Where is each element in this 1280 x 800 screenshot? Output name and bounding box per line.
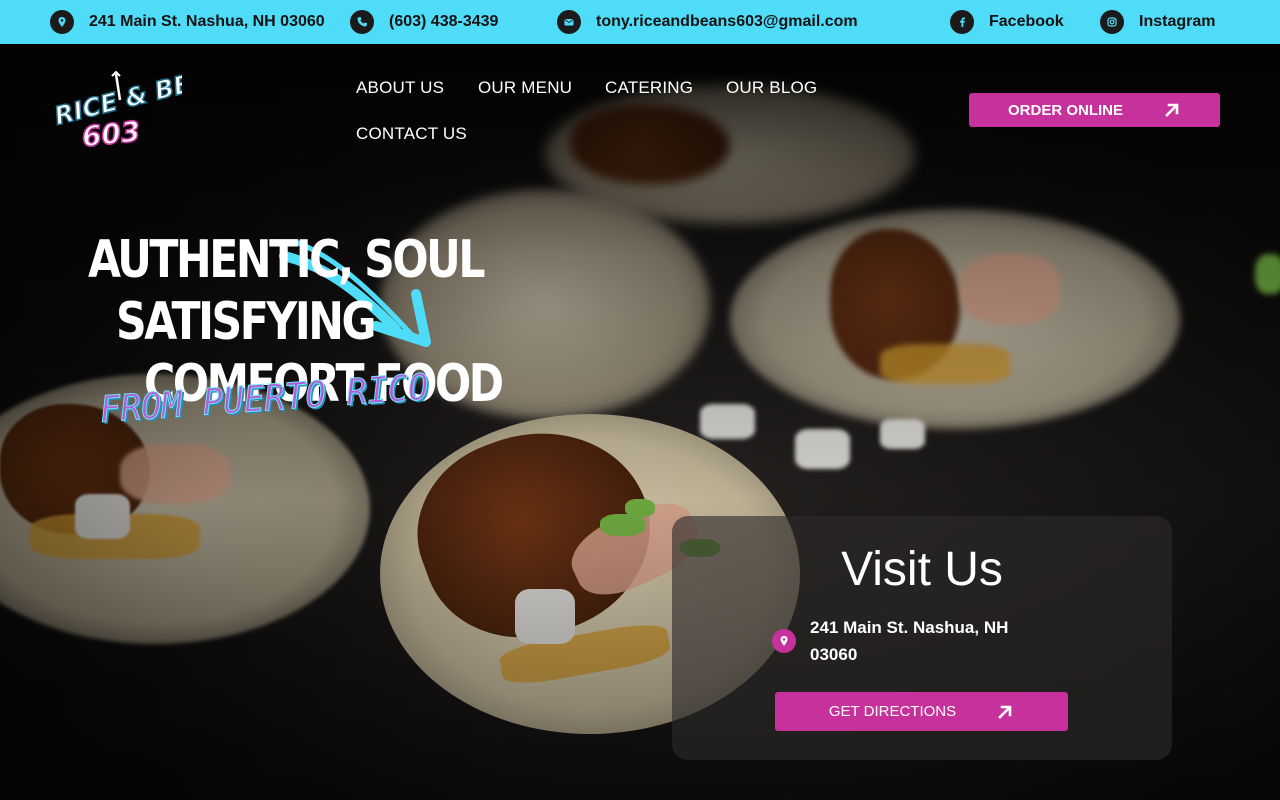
logo-number: 603 [80,115,142,152]
hero-headline: AUTHENTIC, SOUL SATISFYING COMFORT FOOD … [86,224,504,444]
topbar-facebook-link[interactable]: Facebook [950,0,1064,44]
nav-our-blog[interactable]: OUR BLOG [726,78,817,98]
topbar-address-text: 241 Main St. Nashua, NH 03060 [89,13,325,30]
visit-us-title: Visit Us [841,543,1003,596]
instagram-icon [1100,10,1124,34]
envelope-icon [557,10,581,34]
order-online-button[interactable]: ORDER ONLINE [969,93,1220,127]
rice-and-beans-logo[interactable]: RICE & BEANS 603 [48,54,251,154]
topbar-email-link[interactable]: tony.riceandbeans603@gmail.com [557,0,858,44]
arrow-up-right-icon [998,705,1012,719]
arrow-up-right-icon [1165,103,1179,117]
topbar-email-text: tony.riceandbeans603@gmail.com [596,13,858,30]
topbar-instagram-link[interactable]: Instagram [1100,0,1215,44]
map-marker-icon [772,629,796,653]
nav-contact-us[interactable]: CONTACT US [356,124,467,144]
nav-about-us[interactable]: ABOUT US [356,78,444,98]
facebook-icon [950,10,974,34]
nav-catering[interactable]: CATERING [605,78,693,98]
phone-icon [350,10,374,34]
visit-address-text: 241 Main St. Nashua, NH 03060 [810,618,1009,664]
headline-line-1: AUTHENTIC, SOUL [88,230,486,290]
topbar-phone-text: (603) 438-3439 [389,13,499,30]
topbar-address-link[interactable]: 241 Main St. Nashua, NH 03060 [50,0,325,44]
topbar-phone-link[interactable]: (603) 438-3439 [350,0,498,44]
get-directions-button[interactable]: GET DIRECTIONS [775,692,1068,731]
nav-our-menu[interactable]: OUR MENU [478,78,572,98]
topbar-facebook-text: Facebook [989,13,1064,30]
map-marker-icon [50,10,74,34]
visit-us-card: Visit Us 241 Main St. Nashua, NH 03060 G… [672,516,1172,760]
topbar-instagram-text: Instagram [1139,13,1216,30]
top-info-bar: 241 Main St. Nashua, NH 03060 (603) 438-… [0,0,1280,44]
get-directions-label: GET DIRECTIONS [828,703,957,720]
order-online-label: ORDER ONLINE [1007,101,1123,119]
headline-line-2: SATISFYING [116,292,376,352]
